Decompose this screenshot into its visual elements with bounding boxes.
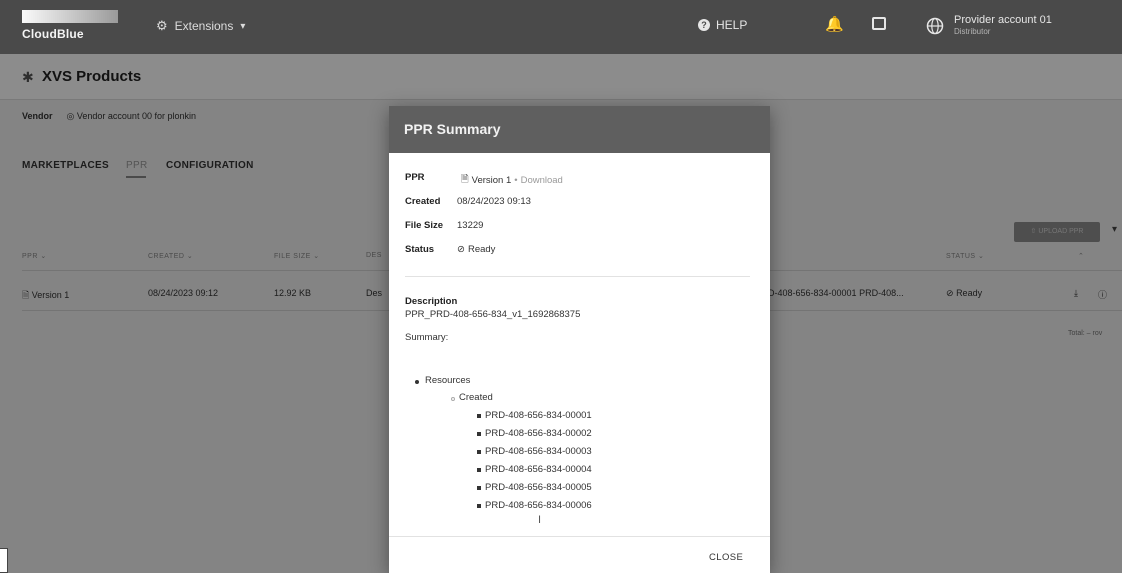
ppr-separator: •: [514, 174, 518, 186]
resource-item: PRD-408-656-834-00003: [485, 446, 592, 457]
ppr-label: PPR: [405, 172, 425, 183]
created-row: Created 08/24/2023 09:13: [405, 196, 531, 207]
resources-item: Resources: [425, 375, 471, 386]
resource-item: PRD-408-656-834-00006: [485, 500, 592, 511]
extensions-icon: ⚙: [156, 18, 168, 33]
resource-item: PRD-408-656-834-00004: [485, 464, 592, 475]
footer-divider: [389, 536, 770, 537]
bullet-icon: [477, 450, 481, 454]
inbox-icon[interactable]: [872, 17, 886, 30]
chevron-down-icon: ▾: [240, 20, 246, 32]
resource-item: PRD-408-656-834-00001: [485, 410, 592, 421]
description-label: Description: [405, 296, 458, 307]
resource-item: PRD-408-656-834-00002: [485, 428, 592, 439]
top-bar: CloudBlue ⚙ Extensions ▾ ? HELP 🔔 Provid…: [0, 0, 1122, 54]
ppr-row: PPR 🗎 Version 1 • Download: [405, 172, 563, 188]
status-value: Ready: [467, 244, 496, 255]
account-name[interactable]: Provider account 01: [954, 14, 1052, 26]
created-group-item: Created: [459, 392, 493, 403]
description-value: PPR_PRD-408-656-834_v1_1692868375: [405, 309, 581, 320]
extensions-label: Extensions: [174, 19, 234, 33]
help-button[interactable]: ? HELP: [698, 18, 747, 32]
bullet-icon: [477, 414, 481, 418]
summary-label: Summary:: [405, 332, 449, 343]
bell-icon[interactable]: 🔔: [825, 15, 844, 33]
file-size-label: File Size: [405, 220, 444, 231]
bullet-icon: [451, 397, 455, 401]
logo-text: CloudBlue: [22, 27, 84, 41]
status-label: Status: [405, 244, 435, 255]
created-value: 08/24/2023 09:13: [457, 196, 531, 207]
bullet-icon: [477, 486, 481, 490]
dialog-header: PPR Summary: [389, 106, 770, 153]
resource-item: PRD-408-656-834-00005: [485, 482, 592, 493]
logo-mark: [22, 10, 118, 23]
dialog-title: PPR Summary: [404, 121, 501, 137]
extensions-menu[interactable]: ⚙ Extensions ▾: [156, 18, 245, 34]
globe-icon[interactable]: [926, 17, 944, 35]
check-circle-icon: ⊘: [457, 244, 465, 255]
help-label: HELP: [716, 18, 748, 32]
window-edge: [0, 548, 8, 573]
ppr-summary-dialog: PPR Summary PPR 🗎 Version 1 • Download C…: [389, 106, 770, 573]
account-role: Distributor: [954, 27, 991, 36]
ppr-version: Version 1: [471, 174, 512, 186]
close-button[interactable]: CLOSE: [709, 552, 743, 563]
download-link[interactable]: Download: [521, 175, 563, 186]
file-size-row: File Size 13229: [405, 220, 483, 231]
help-icon: ?: [698, 19, 710, 31]
bullet-icon: [477, 504, 481, 508]
bullet-icon: [415, 380, 419, 384]
cloudblue-logo[interactable]: CloudBlue: [22, 10, 118, 42]
status-row: Status ⊘ Ready: [405, 244, 495, 255]
section-divider: [405, 276, 750, 277]
created-label: Created: [405, 196, 441, 207]
bullet-icon: [477, 432, 481, 436]
bullet-icon: [477, 468, 481, 472]
file-icon: 🗎: [461, 174, 469, 185]
text-cursor-icon: I: [538, 514, 542, 526]
file-size-value: 13229: [457, 220, 484, 231]
